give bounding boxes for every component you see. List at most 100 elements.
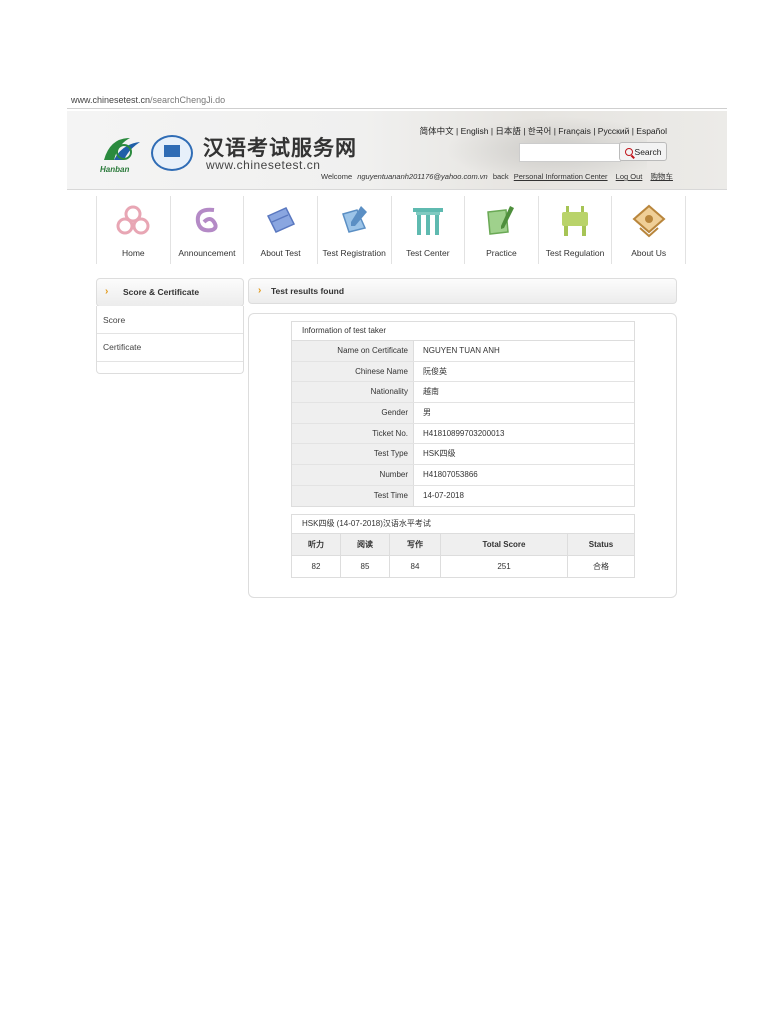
info-value: 越南	[423, 387, 439, 397]
table-row: Name on Certificate NGUYEN TUAN ANH	[292, 341, 634, 362]
table-row: Nationality 越南	[292, 382, 634, 404]
score-table: HSK四级 (14-07-2018)汉语水平考试 听力 阅读 写作 Total …	[291, 514, 635, 578]
nav-label-home: Home	[121, 248, 145, 258]
sidebar-title: Score & Certificate	[123, 287, 200, 297]
search-input[interactable]	[519, 143, 621, 162]
nav-item-practice[interactable]: Practice	[465, 196, 539, 264]
lang-zh[interactable]: 简体中文	[420, 126, 454, 136]
nav-label-practice: Practice	[486, 248, 517, 258]
score-listening: 82	[292, 555, 341, 577]
nav-label-test-registration: Test Registration	[322, 248, 386, 258]
sidebar-divider	[97, 361, 243, 362]
hanban-logo[interactable]: Hanban	[100, 134, 144, 174]
table-row: 82 85 84 251 合格	[292, 555, 634, 577]
about-us-icon	[632, 204, 666, 238]
info-value: NGUYEN TUAN ANH	[423, 346, 500, 355]
nav-label-test-center: Test Center	[406, 248, 450, 258]
info-key: Chinese Name	[292, 361, 414, 382]
nav-item-announcement[interactable]: Announcement	[171, 196, 245, 264]
info-value: 男	[423, 408, 431, 418]
nav-item-test-registration[interactable]: Test Registration	[318, 196, 392, 264]
info-key: Number	[292, 465, 414, 485]
announcement-icon	[195, 207, 218, 233]
lang-fr[interactable]: Français	[558, 126, 591, 136]
search-button[interactable]: Search	[619, 142, 667, 161]
nav-item-home[interactable]: Home	[96, 196, 171, 264]
header-reading: 阅读	[340, 534, 390, 556]
nav-label-about-test: About Test	[260, 248, 301, 258]
info-value: 阮俊英	[423, 366, 447, 376]
table-row: Test Type HSK四级	[292, 444, 634, 466]
lang-ko[interactable]: 한국어	[528, 126, 551, 136]
info-value: H41807053866	[423, 470, 478, 480]
info-value: HSK四级	[423, 449, 456, 459]
score-status: 合格	[567, 555, 634, 577]
table-row: Gender 男	[292, 403, 634, 424]
score-total: 251	[440, 555, 568, 577]
personal-center-link[interactable]: Personal Information Center	[514, 172, 608, 181]
test-center-icon	[412, 208, 443, 235]
table-row: Test Time 14-07-2018	[292, 485, 634, 506]
welcome-label: Welcome	[321, 172, 353, 181]
sidebar-item-score[interactable]: Score	[103, 315, 125, 325]
main-nav: Home Announcement About Test Test Regist…	[96, 196, 686, 264]
sidebar-header: › Score & Certificate	[96, 278, 244, 307]
info-caption: Information of test taker	[292, 322, 634, 341]
info-key: Test Type	[292, 444, 414, 465]
info-value: 14-07-2018	[423, 490, 464, 500]
score-grid: 听力 阅读 写作 Total Score Status 82 85 84 251…	[292, 534, 634, 577]
language-switcher: 简体中文 | English | 日本語 | 한국어 | Français | …	[419, 126, 667, 136]
lang-en[interactable]: English	[461, 126, 489, 136]
nav-item-test-regulation[interactable]: Test Regulation	[539, 196, 613, 264]
table-row: Ticket No. H41810899703200013	[292, 423, 634, 445]
search-icon	[624, 147, 633, 156]
user-email: nguyentuananh201176@yahoo.com.vn	[357, 172, 488, 181]
url-domain: www.chinesetest.cn	[71, 95, 151, 105]
url-bar: www.chinesetest.cn/searchChengJi.do	[71, 95, 225, 105]
header-total-score: Total Score	[440, 534, 568, 556]
site-name-en: www.chinesetest.cn	[206, 158, 321, 172]
practice-icon	[487, 206, 515, 235]
about-test-icon	[266, 207, 295, 233]
home-icon	[116, 205, 150, 235]
nav-item-about-us[interactable]: About Us	[612, 196, 686, 264]
header-status: Status	[567, 534, 634, 556]
test-taker-info-table: Information of test taker Name on Certif…	[291, 321, 635, 507]
nav-item-about-test[interactable]: About Test	[244, 196, 318, 264]
logout-link[interactable]: Log Out	[616, 172, 643, 181]
site-header: Hanban 汉语考试服务网 www.chinesetest.cn 简体中文 |…	[67, 111, 727, 190]
score-writing: 84	[389, 555, 441, 577]
table-header-row: 听力 阅读 写作 Total Score Status	[292, 534, 634, 556]
chevron-right-icon: ›	[105, 286, 109, 297]
lang-ru[interactable]: Русский	[598, 126, 630, 136]
lang-ja[interactable]: 日本語	[495, 126, 521, 136]
info-value: H41810899703200013	[423, 428, 505, 438]
cart-link[interactable]: 购物车	[650, 172, 673, 181]
header-listening: 听力	[292, 534, 341, 556]
back-link[interactable]: back	[493, 172, 509, 181]
logo-emblem-icon	[164, 145, 180, 157]
table-row: Number H41807053866	[292, 465, 634, 486]
results-title: Test results found	[271, 286, 345, 296]
results-header: › Test results found	[248, 278, 677, 304]
info-key: Gender	[292, 403, 414, 423]
info-key: Nationality	[292, 382, 414, 403]
search-button-label: Search	[634, 146, 662, 157]
info-key: Test Time	[292, 485, 414, 506]
info-key: Ticket No.	[292, 423, 414, 444]
sidebar-divider	[97, 333, 243, 334]
confucius-institute-logo	[151, 135, 193, 171]
info-key: Name on Certificate	[292, 341, 414, 361]
welcome-bar: Welcome nguyentuananh201176@yahoo.com.vn…	[321, 171, 676, 182]
top-divider	[67, 108, 727, 109]
hanban-swoosh-icon	[104, 138, 140, 160]
nav-item-test-center[interactable]: Test Center	[392, 196, 466, 264]
hanban-logo-text: Hanban	[100, 165, 130, 174]
lang-es[interactable]: Español	[636, 126, 667, 136]
nav-label-about-us: About Us	[631, 248, 667, 258]
table-row: Chinese Name 阮俊英	[292, 361, 634, 383]
nav-label-announcement: Announcement	[178, 248, 236, 258]
score-caption: HSK四级 (14-07-2018)汉语水平考试	[292, 515, 634, 534]
sidebar-item-certificate[interactable]: Certificate	[103, 342, 141, 352]
sidebar-menu: Score Certificate	[96, 306, 244, 374]
